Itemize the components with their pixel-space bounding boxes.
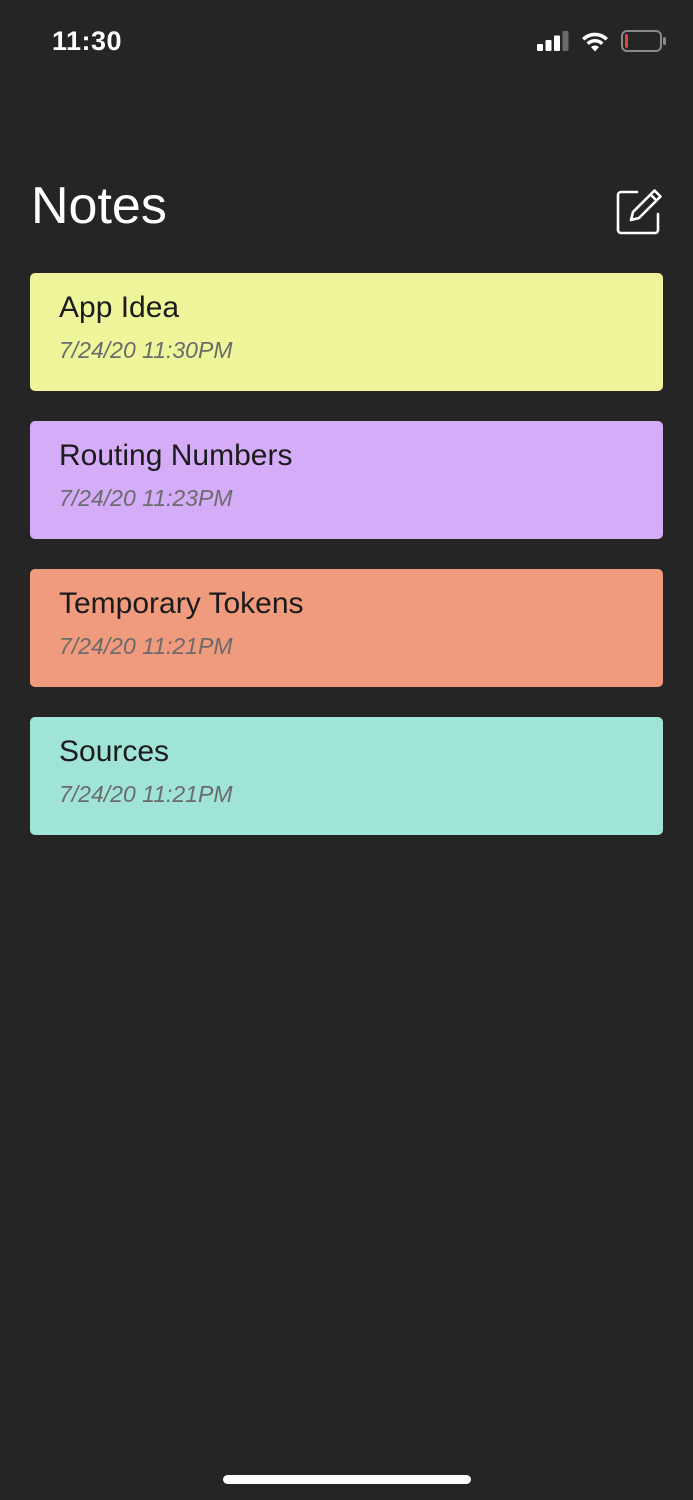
status-bar: 11:30 — [0, 0, 693, 88]
notes-list: App Idea 7/24/20 11:30PM Routing Numbers… — [30, 273, 663, 865]
note-title: App Idea — [59, 291, 180, 324]
note-title: Routing Numbers — [59, 439, 293, 472]
signal-icon — [537, 31, 569, 51]
home-indicator[interactable] — [223, 1475, 471, 1484]
note-card-temporary-tokens[interactable]: Temporary Tokens 7/24/20 11:21PM — [30, 569, 663, 687]
wifi-icon — [582, 32, 608, 51]
note-card-sources[interactable]: Sources 7/24/20 11:21PM — [30, 717, 663, 835]
note-date: 7/24/20 11:23PM — [59, 485, 233, 511]
note-card-app-idea[interactable]: App Idea 7/24/20 11:30PM — [30, 273, 663, 391]
note-title: Temporary Tokens — [59, 587, 304, 620]
note-date: 7/24/20 11:21PM — [59, 633, 233, 659]
note-date: 7/24/20 11:30PM — [59, 337, 233, 363]
page-title: Notes — [31, 177, 167, 235]
header: Notes — [0, 170, 693, 250]
status-time: 11:30 — [52, 26, 123, 56]
note-card-routing-numbers[interactable]: Routing Numbers 7/24/20 11:23PM — [30, 421, 663, 539]
battery-icon — [621, 30, 666, 52]
compose-icon — [616, 189, 662, 235]
status-icons — [537, 30, 667, 52]
compose-button[interactable] — [615, 188, 663, 236]
note-date: 7/24/20 11:21PM — [59, 781, 233, 807]
note-title: Sources — [59, 735, 170, 768]
